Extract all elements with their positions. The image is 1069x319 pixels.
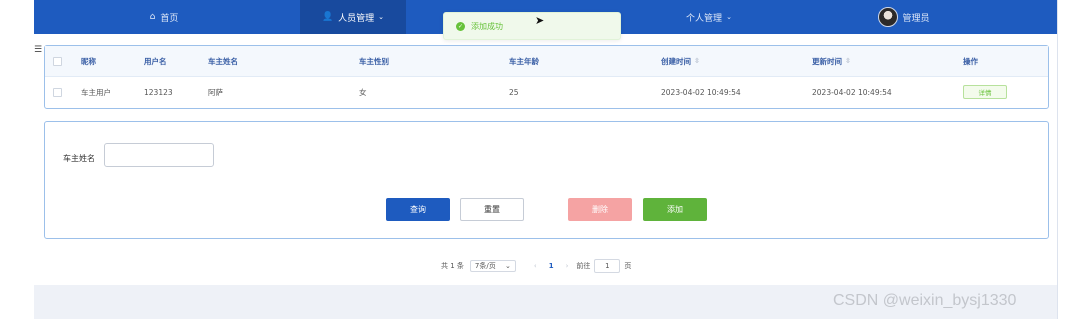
- toast-message: 添加成功: [471, 21, 503, 31]
- collapse-menu-icon[interactable]: ☰: [34, 45, 42, 55]
- nav-user-label: 管理员: [902, 13, 930, 24]
- chevron-down-icon: ⌄: [378, 13, 385, 21]
- column-header-nickname: 昵称: [81, 56, 96, 66]
- select-all-checkbox[interactable]: [53, 46, 62, 76]
- pagination: 共 1 条 7条/页 ⌄ ‹ 1 › 前往 1 页: [441, 259, 631, 273]
- owner-name-input[interactable]: [104, 143, 214, 167]
- checkbox-icon: [53, 87, 62, 97]
- current-page-number[interactable]: 1: [549, 262, 554, 270]
- chevron-down-icon: ⌄: [726, 13, 732, 21]
- delete-button[interactable]: 删除: [568, 198, 632, 221]
- detail-button[interactable]: 详情: [963, 85, 1007, 99]
- owner-name-label: 车主姓名: [63, 153, 95, 163]
- chevron-down-icon: ⌄: [505, 262, 511, 270]
- column-header-age: 车主年龄: [509, 56, 539, 66]
- success-toast: ✓ 添加成功: [443, 12, 621, 40]
- nav-item-staff-management[interactable]: 👤 人员管理 ⌄: [300, 0, 406, 34]
- pagination-total: 共 1 条: [441, 262, 464, 270]
- nav-item-personal-management[interactable]: 个人管理 ⌄: [639, 0, 779, 34]
- sort-icon: ⇳: [694, 57, 700, 65]
- column-header-owner-name: 车主姓名: [208, 56, 238, 66]
- column-header-gender: 车主性别: [359, 56, 389, 66]
- cell-nickname: 车主用户: [81, 87, 111, 97]
- data-table: 昵称 用户名 车主姓名 车主性别 车主年龄 创建时间 ⇳ 更新时间 ⇳ 操作 车…: [44, 45, 1049, 109]
- reset-button[interactable]: 重置: [460, 198, 524, 221]
- watermark: CSDN @weixin_bysj1330: [833, 292, 1017, 309]
- outer-margin: [0, 0, 34, 319]
- nav-profile-label: 个人管理: [686, 13, 723, 24]
- check-circle-icon: ✓: [456, 21, 465, 31]
- avatar: [878, 7, 899, 27]
- nav-user-menu[interactable]: 管理员: [854, 0, 954, 34]
- page-size-value: 7条/页: [474, 262, 496, 270]
- cell-age: 25: [509, 87, 519, 97]
- column-header-updated-time[interactable]: 更新时间 ⇳: [812, 46, 851, 76]
- cell-actions: 详情: [963, 77, 1007, 107]
- add-button[interactable]: 添加: [643, 198, 707, 221]
- person-icon: 👤: [321, 12, 334, 22]
- cell-gender: 女: [359, 87, 367, 97]
- sort-icon: ⇳: [845, 57, 851, 65]
- checkbox-icon: [53, 56, 62, 66]
- column-header-created-time[interactable]: 创建时间 ⇳: [661, 46, 700, 76]
- table-header-row: 昵称 用户名 车主姓名 车主性别 车主年龄 创建时间 ⇳ 更新时间 ⇳ 操作: [45, 46, 1048, 77]
- updated-time-label: 更新时间: [812, 56, 842, 66]
- cell-created-time: 2023-04-02 10:49:54: [661, 87, 741, 97]
- query-button[interactable]: 查询: [386, 198, 450, 221]
- page-suffix: 页: [624, 262, 632, 270]
- home-icon: ⌂: [149, 12, 156, 22]
- created-time-label: 创建时间: [661, 56, 691, 66]
- cell-owner-name: 阿萨: [208, 87, 223, 97]
- goto-page-input[interactable]: 1: [594, 259, 621, 273]
- nav-staff-label: 人员管理: [338, 13, 375, 24]
- goto-label: 前往: [576, 262, 591, 270]
- cell-updated-time: 2023-04-02 10:49:54: [812, 87, 892, 97]
- column-header-username: 用户名: [144, 56, 167, 66]
- next-page-icon[interactable]: ›: [566, 262, 569, 270]
- cell-username: 123123: [144, 87, 173, 97]
- column-header-actions: 操作: [963, 56, 978, 66]
- table-row: 车主用户 123123 阿萨 女 25 2023-04-02 10:49:54 …: [45, 77, 1048, 107]
- nav-home-label: 首页: [160, 13, 179, 24]
- page-size-select[interactable]: 7条/页 ⌄: [469, 260, 516, 272]
- prev-page-icon[interactable]: ‹: [534, 262, 537, 270]
- search-form: 车主姓名 查询 重置 删除 添加: [44, 121, 1049, 239]
- mouse-cursor-icon: ➤: [535, 14, 545, 27]
- row-checkbox[interactable]: [53, 77, 62, 107]
- nav-item-home[interactable]: ⌂ 首页: [124, 0, 204, 34]
